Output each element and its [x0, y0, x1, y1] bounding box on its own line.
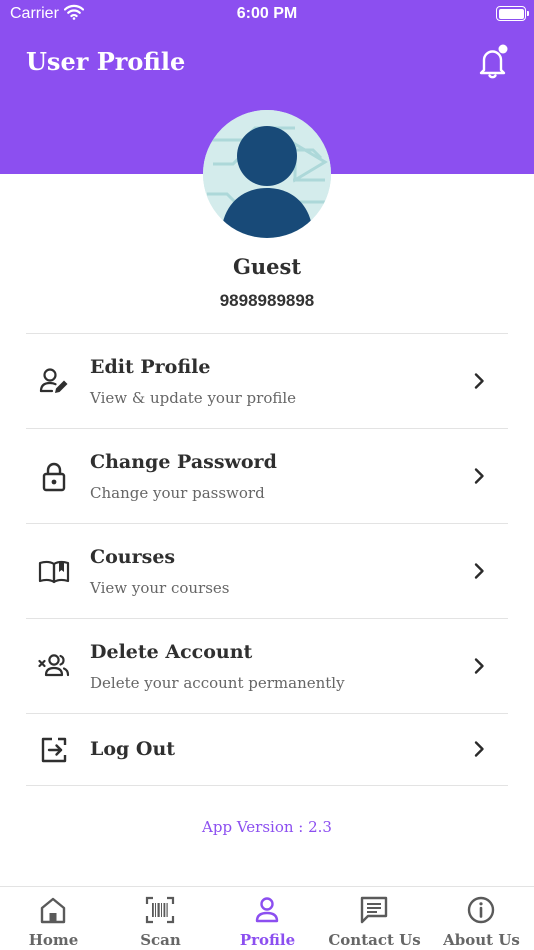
tab-label: About Us — [443, 931, 520, 949]
person-avatar-icon — [203, 110, 331, 238]
menu-item-title: Edit Profile — [90, 356, 211, 378]
remove-users-icon — [38, 654, 70, 677]
menu-item-subtitle: Delete your account permanently — [90, 674, 345, 692]
message-icon — [360, 896, 388, 924]
profile-icon — [255, 897, 279, 923]
tab-home[interactable]: Home — [0, 887, 107, 950]
user-phone: 9898989898 — [219, 291, 315, 310]
menu-item-title: Change Password — [90, 451, 277, 473]
menu-item-change-password[interactable]: Change Password Change your password — [26, 429, 508, 524]
tab-about-us[interactable]: About Us — [428, 887, 534, 950]
menu-item-title: Delete Account — [90, 641, 253, 663]
chevron-right-icon — [474, 741, 484, 757]
menu-item-subtitle: View your courses — [90, 579, 230, 597]
home-icon — [40, 897, 66, 924]
menu-item-edit-profile[interactable]: Edit Profile View & update your profile — [26, 334, 508, 429]
menu-item-delete-account[interactable]: Delete Account Delete your account perma… — [26, 619, 508, 714]
tab-contact-us[interactable]: Contact Us — [321, 887, 428, 950]
notification-dot — [498, 44, 508, 54]
logout-icon — [41, 737, 67, 763]
user-name: Guest — [232, 254, 302, 279]
book-icon — [38, 560, 70, 584]
barcode-icon — [145, 896, 175, 924]
edit-user-icon — [39, 368, 68, 393]
tab-bar: Home Scan Profile Contact Us About Us — [0, 886, 534, 950]
info-icon — [467, 896, 495, 924]
app-version: App Version : 2.3 — [202, 818, 332, 836]
avatar[interactable] — [203, 110, 331, 238]
battery-icon — [496, 6, 529, 21]
menu-item-subtitle: Change your password — [90, 484, 265, 502]
status-bar: Carrier 6:00 PM — [0, 0, 534, 28]
menu-item-courses[interactable]: Courses View your courses — [26, 524, 508, 619]
menu-item-title: Courses — [90, 546, 176, 568]
bell-icon[interactable] — [476, 44, 510, 80]
profile-menu: Edit Profile View & update your profile … — [26, 333, 508, 786]
tab-scan[interactable]: Scan — [107, 887, 214, 950]
menu-item-subtitle: View & update your profile — [90, 389, 297, 407]
chevron-right-icon — [474, 658, 484, 674]
menu-item-log-out[interactable]: Log Out — [26, 714, 508, 786]
chevron-right-icon — [474, 468, 484, 484]
tab-profile[interactable]: Profile — [214, 887, 321, 950]
clock: 6:00 PM — [236, 5, 298, 22]
page-title: User Profile — [26, 47, 186, 76]
chevron-right-icon — [474, 563, 484, 579]
chevron-right-icon — [474, 373, 484, 389]
lock-icon — [42, 462, 66, 492]
menu-item-title: Log Out — [90, 738, 176, 760]
